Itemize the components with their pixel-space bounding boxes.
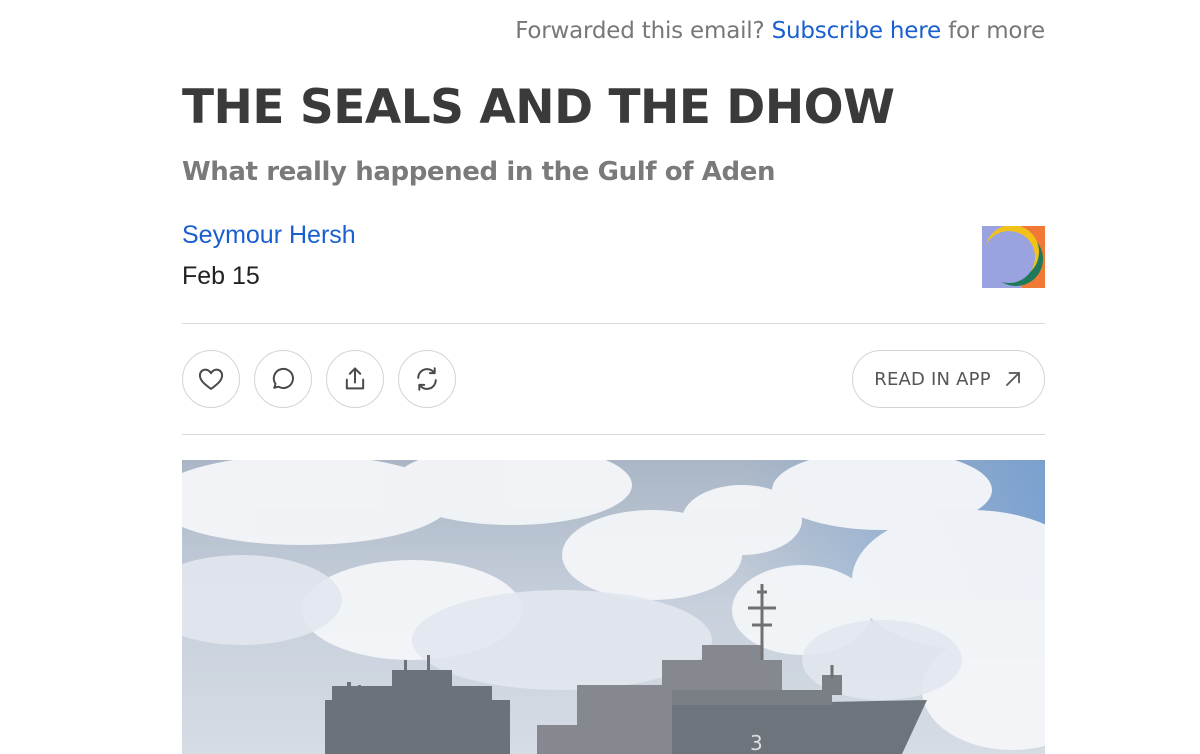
share-icon bbox=[345, 367, 365, 390]
read-in-app-button[interactable]: READ IN APP bbox=[852, 350, 1045, 408]
read-in-app-label: READ IN APP bbox=[874, 368, 991, 390]
post-date: Feb 15 bbox=[182, 262, 260, 290]
restack-icon bbox=[417, 367, 437, 391]
forward-notice: Forwarded this email? Subscribe here for… bbox=[515, 18, 1045, 44]
heart-icon bbox=[198, 368, 224, 390]
comment-button[interactable] bbox=[254, 350, 312, 408]
forward-prefix: Forwarded this email? bbox=[515, 18, 765, 44]
hull-number: 3 bbox=[750, 731, 763, 754]
arrow-up-right-icon bbox=[1005, 372, 1020, 386]
divider-bottom bbox=[182, 434, 1045, 435]
post-title: THE SEALS AND THE DHOW bbox=[182, 80, 895, 135]
post-subtitle: What really happened in the Gulf of Aden bbox=[182, 157, 776, 187]
forward-suffix: for more bbox=[948, 18, 1045, 44]
subscribe-link[interactable]: Subscribe here bbox=[772, 18, 942, 44]
author-link[interactable]: Seymour Hersh bbox=[182, 221, 356, 250]
hero-image: 3 bbox=[182, 460, 1045, 754]
restack-button[interactable] bbox=[398, 350, 456, 408]
divider-top bbox=[182, 323, 1045, 324]
share-button[interactable] bbox=[326, 350, 384, 408]
like-button[interactable] bbox=[182, 350, 240, 408]
ship-photo: 3 bbox=[182, 460, 1045, 754]
publication-logo-icon bbox=[982, 225, 1045, 288]
comment-icon bbox=[272, 367, 294, 389]
publication-avatar[interactable] bbox=[982, 225, 1045, 288]
